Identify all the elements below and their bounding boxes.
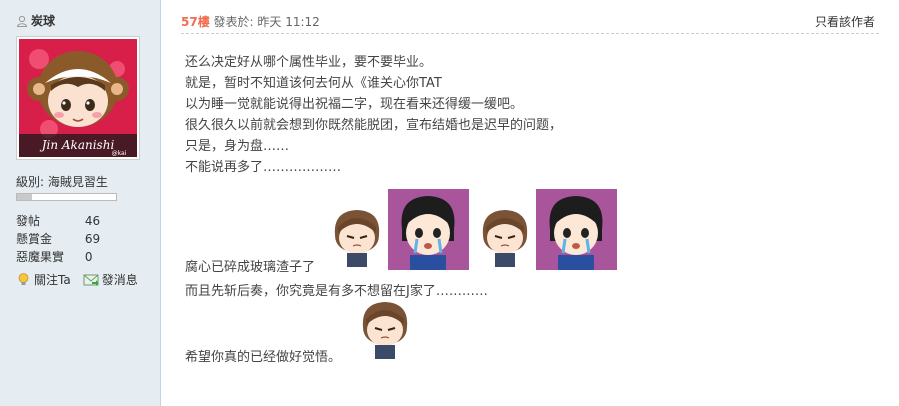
avatar[interactable]: Jin Akanishi @kai	[16, 36, 140, 160]
post-line: 而且先斩后奏，你究竟是有多不想留在J家了…………	[185, 284, 488, 299]
author-name[interactable]: 炭球	[31, 12, 55, 29]
post-content: 还么决定好从哪个属性毕业，要不要毕业。 就是，暂时不知道该何去何从《谁关心你TA…	[185, 52, 562, 178]
author-row: 炭球	[16, 12, 55, 29]
follow-label: 關注Ta	[34, 273, 71, 287]
post-container: 炭球 Jin Akanishi @kai 級別: 海賊見習生 發帖 46 懸賞金…	[0, 0, 899, 406]
post-line: 以为睡一觉就能说得出祝福二字，现在看来还得缓一缓吧。	[185, 97, 524, 112]
post-line: 就是，暂时不知道该何去何从《谁关心你TAT	[185, 76, 442, 91]
stat-value[interactable]: 46	[85, 214, 100, 228]
stat-label: 懸賞金	[16, 232, 53, 246]
header-divider	[181, 33, 879, 34]
stat-label: 發帖	[16, 214, 41, 228]
avatar-text: Jin Akanishi	[39, 138, 115, 152]
stat-value: 0	[84, 250, 93, 264]
post-meta: 57樓 發表於: 昨天 11:12	[181, 13, 320, 30]
stat-label: 惡魔果實	[16, 250, 65, 264]
stat-bounty: 懸賞金 69	[16, 230, 100, 247]
message-icon	[83, 274, 99, 286]
avatar-subtext: @kai	[112, 150, 127, 157]
post-line: 还么决定好从哪个属性毕业，要不要毕业。	[185, 55, 433, 70]
send-message-button[interactable]: 發消息	[83, 271, 138, 288]
crying-boy-emoticon	[388, 189, 469, 270]
stat-value: 69	[84, 232, 101, 246]
post-line: 只是，身为盘……	[185, 139, 290, 154]
sad-boy-emoticon	[362, 302, 408, 359]
message-label: 發消息	[101, 273, 138, 287]
level-progress-bar	[16, 193, 117, 201]
user-icon	[16, 15, 28, 27]
post-line: 腐心已碎成玻璃渣子了	[185, 260, 316, 275]
sad-boy-emoticon	[334, 210, 380, 267]
sad-boy-emoticon	[482, 210, 528, 267]
post-line: 很久很久以前就会想到你既然能脱团，宣布结婚也是迟早的问题，	[185, 118, 563, 133]
post-time: 發表於: 昨天 11:12	[213, 15, 320, 29]
stat-posts: 發帖 46	[16, 212, 100, 229]
level-progress-fill	[17, 194, 32, 200]
post-line: 希望你真的已经做好觉悟。	[185, 350, 342, 365]
stat-devil-fruit: 惡魔果實 0	[16, 248, 92, 265]
author-sidebar: 炭球 Jin Akanishi @kai 級別: 海賊見習生 發帖 46 懸賞金…	[0, 0, 161, 406]
user-level: 級別: 海賊見習生	[16, 175, 108, 189]
only-author-link[interactable]: 只看該作者	[815, 13, 875, 30]
floor-number[interactable]: 57樓	[181, 15, 210, 29]
crying-boy-emoticon	[536, 189, 617, 270]
sidebar-actions: 關注Ta 發消息	[16, 271, 138, 288]
avatar-image: Jin Akanishi @kai	[19, 39, 137, 157]
post-main: 57樓 發表於: 昨天 11:12 只看該作者 还么决定好从哪个属性毕业，要不要…	[161, 0, 899, 406]
follow-button[interactable]: 關注Ta	[16, 271, 71, 288]
post-line: 不能说再多了………………	[185, 160, 342, 175]
lightbulb-icon	[18, 273, 29, 285]
